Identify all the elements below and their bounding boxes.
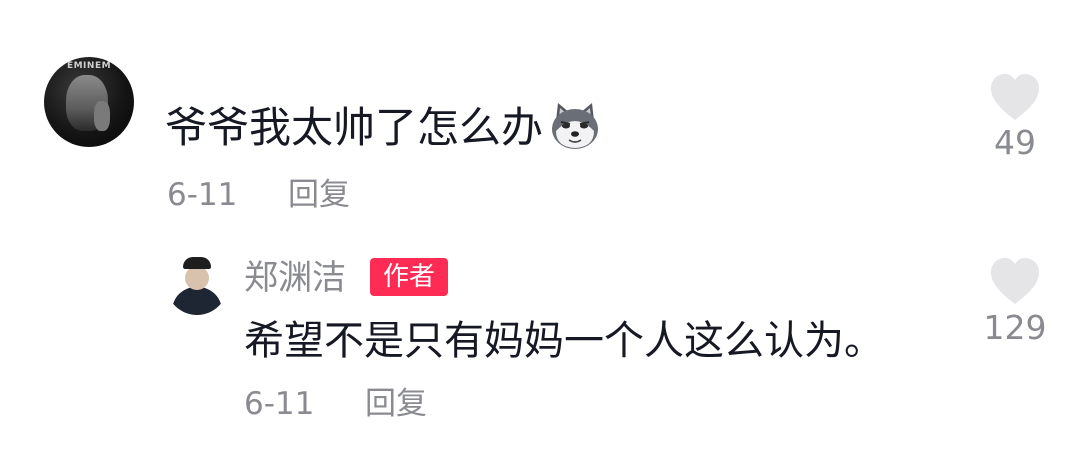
comment-like-count: 49 xyxy=(994,123,1036,162)
reply-author-avatar[interactable] xyxy=(166,253,228,315)
reply-like-count: 129 xyxy=(983,308,1047,347)
comment-like-heart-icon[interactable] xyxy=(985,68,1045,128)
husky-dog-emoji-icon xyxy=(552,103,598,149)
author-badge: 作者 xyxy=(370,258,448,296)
reply-reply-button[interactable]: 回复 xyxy=(365,384,427,424)
comment-reply-button[interactable]: 回复 xyxy=(288,175,350,215)
avatar-body xyxy=(172,287,222,315)
avatar-logo: EMINEM xyxy=(66,61,112,71)
reply-date: 6-11 xyxy=(244,386,315,422)
reply-author-name[interactable]: 郑渊洁 xyxy=(244,255,346,301)
avatar-cap xyxy=(183,257,211,269)
commenter-avatar[interactable]: EMINEM xyxy=(44,57,134,147)
avatar-head xyxy=(185,266,209,290)
reply-like-heart-icon[interactable] xyxy=(985,252,1045,312)
avatar-hand xyxy=(94,101,110,131)
comment-date: 6-11 xyxy=(167,177,238,213)
reply-text: 希望不是只有妈妈一个人这么认为。 xyxy=(244,318,884,364)
comment-text: 爷爷我太帅了怎么办 xyxy=(165,103,544,152)
